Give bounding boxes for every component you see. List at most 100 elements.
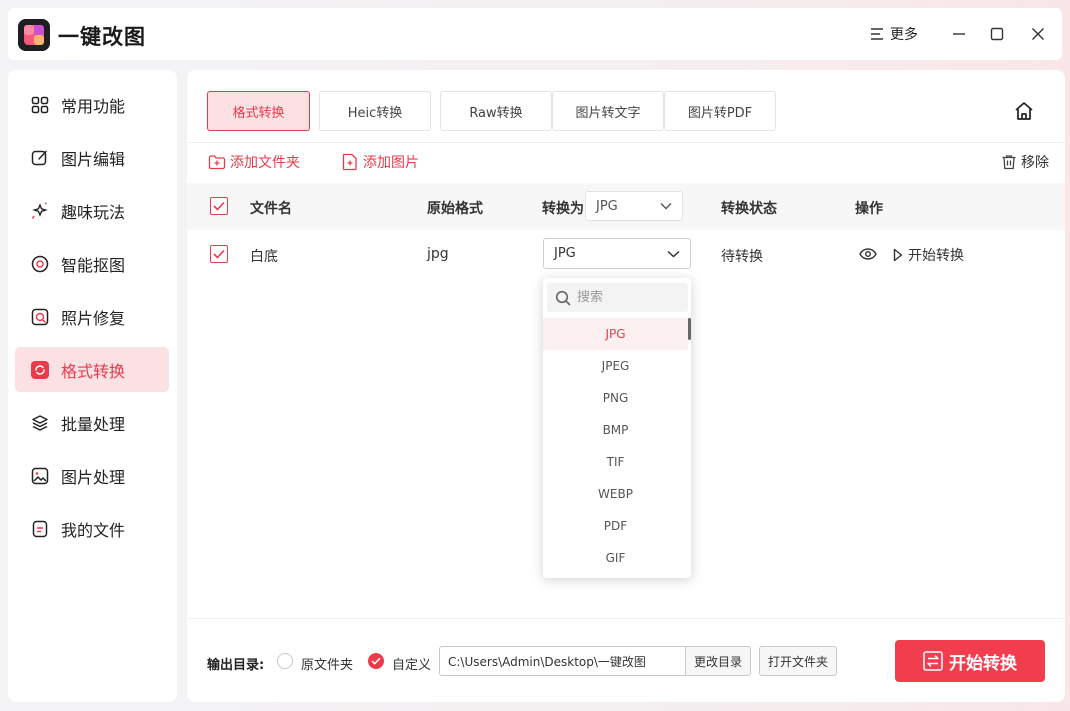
eye-icon <box>859 248 877 260</box>
sidebar-item-edit[interactable]: 图片编辑 <box>15 135 169 180</box>
sidebar-item-label: 常用功能 <box>61 96 126 116</box>
header-actions: 操作 <box>855 201 883 217</box>
preview-button[interactable] <box>859 246 877 262</box>
minimize-icon <box>953 33 965 35</box>
format-option-tif[interactable]: TIF <box>543 446 688 478</box>
tab-image-to-text[interactable]: 图片转文字 <box>552 91 664 131</box>
header-original-format: 原始格式 <box>427 201 483 217</box>
format-option-pdf[interactable]: PDF <box>543 510 688 542</box>
row-start-convert-label: 开始转换 <box>908 248 964 264</box>
tab-heic-convert[interactable]: Heic转换 <box>319 91 431 131</box>
format-search-input[interactable] <box>577 290 677 305</box>
trash-icon <box>1001 154 1017 170</box>
more-label: 更多 <box>890 27 918 43</box>
sidebar-item-common[interactable]: 常用功能 <box>15 82 169 127</box>
sidebar-item-repair[interactable]: 照片修复 <box>15 294 169 339</box>
grid-icon <box>31 96 49 114</box>
radio-original-folder[interactable] <box>277 653 293 669</box>
file-icon <box>31 520 49 538</box>
row-status: 待转换 <box>721 249 763 265</box>
sidebar-item-label: 趣味玩法 <box>61 202 126 222</box>
sidebar-item-format-convert[interactable]: 格式转换 <box>15 347 169 392</box>
layers-icon <box>31 414 49 432</box>
add-image-button[interactable]: 添加图片 <box>341 152 419 172</box>
minimize-button[interactable] <box>947 22 971 46</box>
row-filename: 白底 <box>250 249 278 265</box>
format-option-bmp[interactable]: BMP <box>543 414 688 446</box>
maximize-button[interactable] <box>985 22 1009 46</box>
row-format-select[interactable]: JPG <box>543 238 691 269</box>
header-convert-to: 转换为 <box>542 201 584 217</box>
close-icon <box>1032 28 1044 40</box>
target-icon <box>31 255 49 273</box>
format-options-list: JPG JPEG PNG BMP TIF WEBP PDF GIF <box>543 318 688 574</box>
output-dir-label: 输出目录: <box>207 658 265 673</box>
app-title: 一键改图 <box>58 25 146 49</box>
close-button[interactable] <box>1026 22 1050 46</box>
tab-raw-convert[interactable]: Raw转换 <box>440 91 552 131</box>
home-button[interactable] <box>1013 100 1035 122</box>
repair-icon <box>31 308 49 326</box>
header-filename: 文件名 <box>250 201 292 217</box>
more-menu-button[interactable]: 更多 <box>870 22 918 46</box>
tab-format-convert[interactable]: 格式转换 <box>207 91 310 131</box>
sidebar-item-label: 批量处理 <box>61 414 126 434</box>
start-convert-label: 开始转换 <box>949 653 1017 674</box>
batch-format-select[interactable]: JPG <box>585 191 683 221</box>
radio-custom[interactable] <box>368 653 384 669</box>
remove-label: 移除 <box>1021 155 1049 171</box>
chevron-down-icon <box>667 250 680 258</box>
open-folder-button[interactable]: 打开文件夹 <box>759 646 837 676</box>
row-checkbox[interactable] <box>210 245 228 263</box>
add-image-label: 添加图片 <box>363 155 419 171</box>
home-icon <box>1015 102 1033 120</box>
remove-button[interactable]: 移除 <box>1001 152 1049 172</box>
format-option-gif[interactable]: GIF <box>543 542 688 574</box>
image-icon <box>31 467 49 485</box>
format-dropdown: JPG JPEG PNG BMP TIF WEBP PDF GIF <box>543 278 691 578</box>
tab-image-to-pdf[interactable]: 图片转PDF <box>664 91 776 131</box>
radio-custom-label[interactable]: 自定义 <box>392 654 431 673</box>
format-option-jpg[interactable]: JPG <box>543 318 688 350</box>
output-path-input[interactable] <box>439 646 686 676</box>
change-dir-button[interactable]: 更改目录 <box>685 646 751 676</box>
sidebar-item-label: 图片编辑 <box>61 149 126 169</box>
add-folder-button[interactable]: 添加文件夹 <box>208 152 300 172</box>
radio-original-folder-label[interactable]: 原文件夹 <box>301 654 353 673</box>
sidebar: 常用功能 图片编辑 趣味玩法 智能抠图 照片修复 格式转换 批量处理 图片处理 … <box>8 70 177 702</box>
check-icon <box>213 201 225 211</box>
format-option-png[interactable]: PNG <box>543 382 688 414</box>
play-icon <box>893 248 903 262</box>
title-bar: 一键改图 更多 <box>8 8 1062 60</box>
sidebar-item-image-process[interactable]: 图片处理 <box>15 453 169 498</box>
convert-icon <box>31 360 49 379</box>
add-folder-icon <box>208 153 226 171</box>
row-original-format: jpg <box>427 246 449 262</box>
sidebar-item-label: 智能抠图 <box>61 255 126 275</box>
format-search-box <box>547 283 688 312</box>
sidebar-item-batch[interactable]: 批量处理 <box>15 400 169 445</box>
sparkle-icon <box>31 201 49 220</box>
menu-icon <box>870 27 884 41</box>
chevron-down-icon <box>660 203 672 210</box>
divider <box>187 142 1065 143</box>
edit-icon <box>31 149 49 167</box>
format-option-webp[interactable]: WEBP <box>543 478 688 510</box>
sidebar-item-cutout[interactable]: 智能抠图 <box>15 241 169 286</box>
sidebar-item-label: 格式转换 <box>61 361 126 381</box>
sidebar-item-fun[interactable]: 趣味玩法 <box>15 188 169 233</box>
add-folder-label: 添加文件夹 <box>230 155 300 171</box>
sidebar-item-label: 照片修复 <box>61 308 126 328</box>
format-option-jpeg[interactable]: JPEG <box>543 350 688 382</box>
start-convert-button[interactable]: 开始转换 <box>895 640 1045 682</box>
maximize-icon <box>990 27 1004 41</box>
sidebar-item-label: 我的文件 <box>61 520 126 540</box>
select-all-checkbox[interactable] <box>210 197 228 215</box>
sidebar-item-label: 图片处理 <box>61 467 126 487</box>
sidebar-item-my-files[interactable]: 我的文件 <box>15 506 169 551</box>
row-start-convert-button[interactable]: 开始转换 <box>893 245 964 265</box>
header-status: 转换状态 <box>721 201 777 217</box>
app-logo-icon <box>18 19 50 51</box>
search-icon <box>555 290 571 305</box>
dropdown-scrollbar[interactable] <box>688 318 691 340</box>
